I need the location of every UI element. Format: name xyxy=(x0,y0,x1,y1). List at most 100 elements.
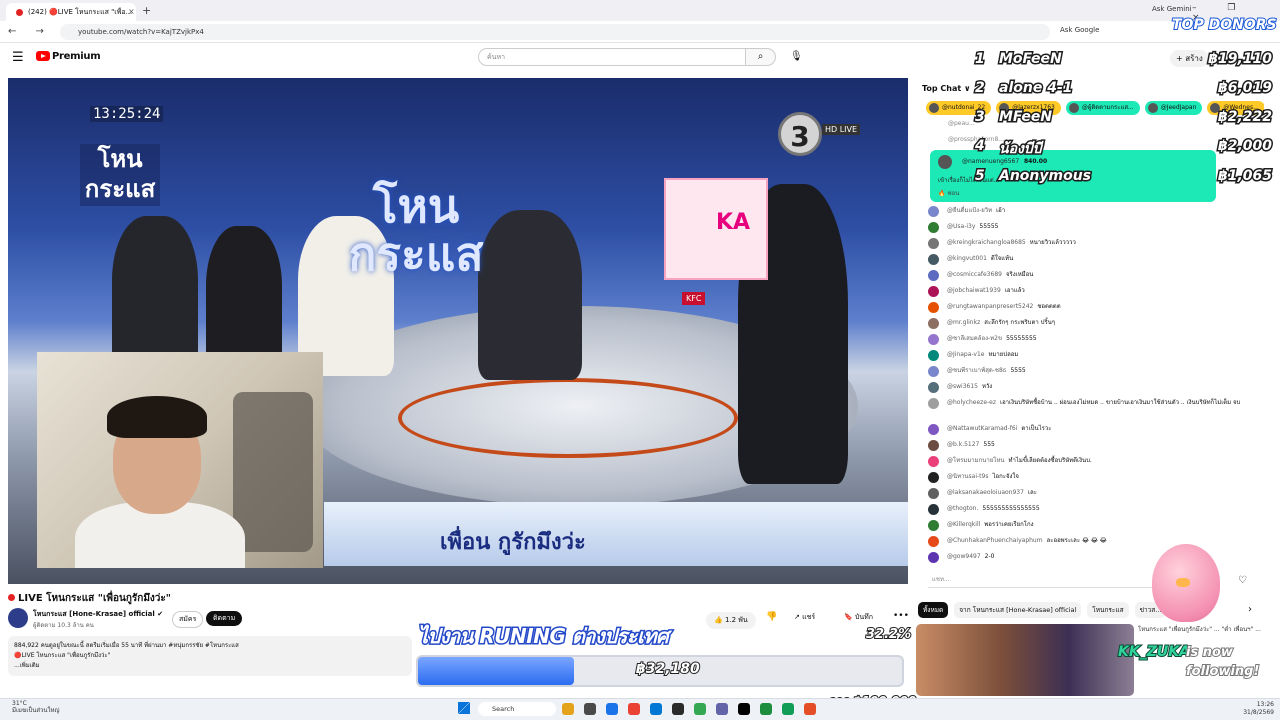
description-box[interactable]: 884,922 คนดูอยู่ในขณะนี้ สตรีมเริ่มเมื่อ… xyxy=(8,636,412,676)
chat-message[interactable]: @ChunhakanPhuenchaiyaphum ละออพระเละ 😂 😂 … xyxy=(928,536,1258,552)
chat-avatar[interactable] xyxy=(928,366,939,377)
pinned-member-chip[interactable]: @JeedJapan xyxy=(1144,101,1203,115)
create-button[interactable]: + สร้าง xyxy=(1170,50,1209,67)
chat-author[interactable]: @NattawutKaramad-f6i xyxy=(947,425,1017,432)
chat-message[interactable]: @kingvut001 ดีใจแท้น xyxy=(928,254,1258,270)
taskbar-app-icon[interactable] xyxy=(760,703,772,715)
chat-avatar[interactable] xyxy=(928,222,939,233)
chat-author[interactable]: @Jinapa-v1e xyxy=(947,351,984,358)
chat-message[interactable]: @holycheeze-ez เอาเงินบริษัทชื้อบ้าน .. ผ… xyxy=(928,398,1258,424)
chat-author[interactable]: @นิทานsai-t9s xyxy=(947,473,988,480)
chat-author[interactable]: @ยืนดื่มแป้ง-ยวิท xyxy=(947,207,992,214)
browser-tab[interactable]: (242) 🔴LIVE โหนกระแส "เพื่อ... xyxy=(6,3,136,21)
chat-message[interactable]: @ชนพีราเบาฟ์สุด-ช8ธ 5555 xyxy=(928,366,1258,382)
chat-avatar[interactable] xyxy=(928,206,939,217)
ask-google-button[interactable]: Ask Google xyxy=(1060,26,1099,34)
taskbar-app-icon[interactable] xyxy=(628,703,640,715)
url-input[interactable]: youtube.com/watch?v=KajTZvjkPx4 xyxy=(60,24,1050,40)
subscribe-button[interactable]: ติดตาม xyxy=(206,611,243,626)
heart-icon[interactable]: ♡ xyxy=(1238,575,1247,586)
taskbar-app-icon[interactable] xyxy=(716,703,728,715)
chat-avatar[interactable] xyxy=(928,424,939,435)
chat-avatar[interactable] xyxy=(928,334,939,345)
chat-author[interactable]: @kingvut001 xyxy=(947,255,987,262)
chat-author[interactable]: @cosmiccafe3689 xyxy=(947,271,1002,278)
search-input[interactable]: ค้นหา xyxy=(478,48,746,66)
taskbar-app-icon[interactable] xyxy=(738,703,750,715)
chat-author[interactable]: @laksanakaeoloiuaon937 xyxy=(947,489,1024,496)
recommended-video-title[interactable]: โหนกระแส "เพื่อนกูรักมึงว่ะ" ... "ต่ำ เพ… xyxy=(1138,626,1266,634)
tab-all[interactable]: ทั้งหมด xyxy=(918,602,949,618)
chat-author[interactable]: @holycheeze-ez xyxy=(947,399,996,406)
chat-author[interactable]: @Killerqkill xyxy=(947,521,980,528)
like-button[interactable]: 👍 1.2 พัน xyxy=(706,612,756,629)
chat-avatar[interactable] xyxy=(928,302,939,313)
chat-avatar[interactable] xyxy=(928,504,939,515)
more-actions-icon[interactable]: ••• xyxy=(893,611,909,621)
chat-message[interactable]: @นิทานsai-t9s ไอกะจังใจ xyxy=(928,472,1258,488)
chat-avatar[interactable] xyxy=(928,552,939,563)
tab-hone-krasae[interactable]: โหนกระแส xyxy=(1087,602,1129,618)
chat-message[interactable]: @cosmiccafe3689 จริงเหมือน xyxy=(928,270,1258,286)
chat-avatar[interactable] xyxy=(928,238,939,249)
chat-message[interactable]: @b.k.5127 555 xyxy=(928,440,1258,456)
taskbar-app-icon[interactable] xyxy=(804,703,816,715)
menu-icon[interactable]: ☰ xyxy=(12,50,24,65)
taskbar-app-icon[interactable] xyxy=(606,703,618,715)
chat-author[interactable]: @kreingkraichangloa8685 xyxy=(947,239,1026,246)
recommended-video-thumbnail[interactable] xyxy=(916,624,1134,696)
channel-name[interactable]: โหนกระแส [Hone-Krasae] official ✔ xyxy=(33,609,163,620)
chat-avatar[interactable] xyxy=(928,520,939,531)
description-more[interactable]: ...เพิ่มเติม xyxy=(14,661,406,671)
tabs-next-icon[interactable]: › xyxy=(1248,604,1252,615)
chat-author[interactable]: @Usa-i3y xyxy=(947,223,975,230)
pinned-member-chip[interactable]: @ผู้ติดตามกระแส... xyxy=(1065,101,1140,115)
chat-message[interactable]: @NattawutKaramad-f6i ตาเป็นไรวะ xyxy=(928,424,1258,440)
chat-message[interactable]: @Killerqkill พอรว่าเคยเรียกโกง xyxy=(928,520,1258,536)
share-button[interactable]: ↗ แชร์ xyxy=(794,612,815,623)
chat-author[interactable]: @ชาลีเสมคล้อง-ท2ข xyxy=(947,335,1002,342)
chat-avatar[interactable] xyxy=(928,350,939,361)
chat-message[interactable]: @kreingkraichangloa8685 หนายวิวแล้ววววว xyxy=(928,238,1258,254)
ask-gemini-button[interactable]: Ask Gemini xyxy=(1152,5,1192,13)
mic-icon[interactable]: 🎙 xyxy=(790,51,803,62)
windows-start-icon[interactable] xyxy=(458,702,470,714)
save-button[interactable]: 🔖 บันทึก xyxy=(844,612,873,623)
youtube-logo-icon[interactable] xyxy=(36,51,50,61)
taskbar-app-icon[interactable] xyxy=(672,703,684,715)
join-button[interactable]: สมัคร xyxy=(172,611,204,628)
taskbar-app-icon[interactable] xyxy=(694,703,706,715)
taskbar-app-icon[interactable] xyxy=(782,703,794,715)
chat-message[interactable]: @โทรมมามกนายโหน ทำไมขี้เลียดต้องซื้อบริษั… xyxy=(928,456,1258,472)
chat-avatar[interactable] xyxy=(928,536,939,547)
chat-message[interactable]: @Usa-i3y 55555 xyxy=(928,222,1258,238)
chat-message[interactable]: @ยืนดื่มแป้ง-ยวิท เอ้า xyxy=(928,206,1258,222)
taskbar-weather[interactable]: 31°C มีเมฆเป็นส่วนใหญ่ xyxy=(12,700,60,714)
chat-author[interactable]: @gow9497 xyxy=(947,553,981,560)
taskbar-search[interactable]: Search xyxy=(478,702,556,716)
chat-avatar[interactable] xyxy=(928,440,939,451)
chat-avatar[interactable] xyxy=(928,382,939,393)
chat-avatar[interactable] xyxy=(928,456,939,467)
chat-avatar[interactable] xyxy=(928,318,939,329)
chat-author[interactable]: @jobchaiwat1939 xyxy=(947,287,1001,294)
chat-author[interactable]: @ชนพีราเบาฟ์สุด-ช8ธ xyxy=(947,367,1006,374)
chat-message[interactable]: @ชาลีเสมคล้อง-ท2ข 55555555 xyxy=(928,334,1258,350)
chat-message[interactable]: @jobchaiwat1939 เอาแล้ว xyxy=(928,286,1258,302)
chat-avatar[interactable] xyxy=(928,270,939,281)
chat-author[interactable]: @rungtawanpanpresert5242 xyxy=(947,303,1033,310)
new-tab-button[interactable]: + xyxy=(142,4,151,17)
chat-avatar[interactable] xyxy=(928,488,939,499)
chat-message[interactable]: @thogton. 555555555555555 xyxy=(928,504,1258,520)
dislike-icon[interactable]: 👎 xyxy=(766,612,777,622)
tab-from-channel[interactable]: จาก โหนกระแส [Hone-Krasae] official xyxy=(954,602,1082,618)
chat-author[interactable]: @swi3615 xyxy=(947,383,978,390)
taskbar-app-icon[interactable] xyxy=(650,703,662,715)
taskbar-app-icon[interactable] xyxy=(584,703,596,715)
chat-message[interactable]: @mr.glinkz สะลึกรักๆ กระพริบตา ปริ้นๆ xyxy=(928,318,1258,334)
search-button[interactable]: ⌕ xyxy=(746,48,776,66)
chat-message[interactable]: @laksanakaeoloiuaon937 เละ xyxy=(928,488,1258,504)
chat-author[interactable]: @ChunhakanPhuenchaiyaphum xyxy=(947,537,1043,544)
youtube-brand[interactable]: Premium xyxy=(52,51,101,62)
chat-avatar[interactable] xyxy=(928,286,939,297)
